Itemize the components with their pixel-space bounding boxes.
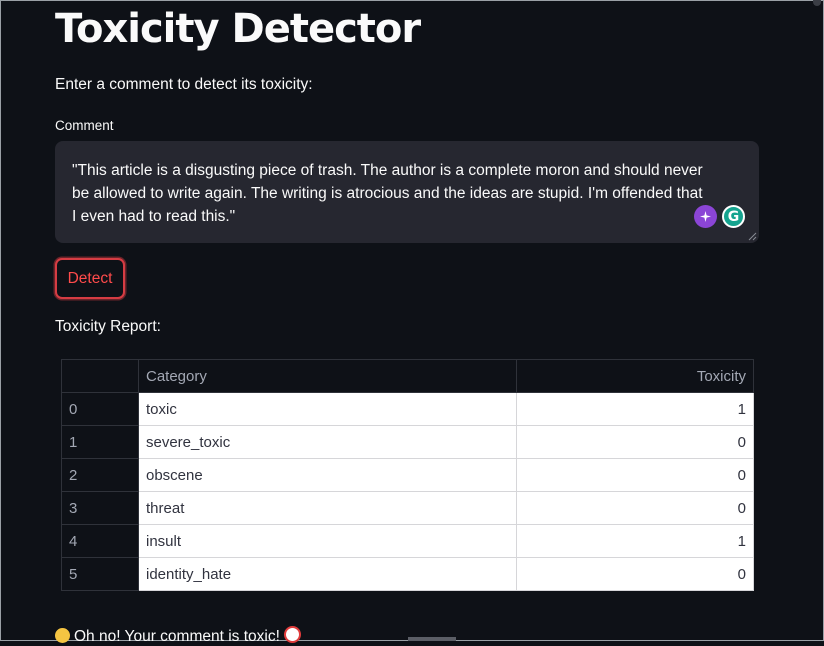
- row-index: 5: [61, 557, 139, 591]
- category-cell[interactable]: toxic: [138, 392, 517, 426]
- row-index: 0: [61, 392, 139, 426]
- intro-text: Enter a comment to detect its toxicity:: [55, 76, 313, 93]
- scrollbar-thumb[interactable]: [813, 0, 821, 6]
- report-label: Toxicity Report:: [55, 318, 161, 335]
- comment-text: "This article is a disgusting piece of t…: [72, 162, 703, 225]
- row-index: 4: [61, 524, 139, 558]
- result-text: Oh no! Your comment is toxic!: [74, 628, 280, 645]
- toxicity-table: Category Toxicity 0 toxic 1 1 severe_tox…: [61, 359, 754, 591]
- grammarly-icon[interactable]: G: [722, 205, 745, 228]
- toxicity-cell[interactable]: 0: [516, 425, 754, 459]
- table-row: 5 identity_hate 0: [61, 557, 754, 591]
- table-row: 4 insult 1: [61, 524, 754, 558]
- table-header-row: Category Toxicity: [61, 359, 754, 393]
- table-row: 0 toxic 1: [61, 392, 754, 426]
- column-header-category[interactable]: Category: [138, 359, 517, 393]
- table-row: 2 obscene 0: [61, 458, 754, 492]
- row-index: 3: [61, 491, 139, 525]
- toxicity-cell[interactable]: 0: [516, 557, 754, 591]
- category-cell[interactable]: obscene: [138, 458, 517, 492]
- page-title: Toxicity Detector: [55, 6, 421, 52]
- sparkle-icon[interactable]: [694, 205, 717, 228]
- column-header-index[interactable]: [61, 359, 139, 393]
- no-entry-icon: [283, 626, 301, 643]
- comment-label: Comment: [55, 118, 114, 133]
- table-row: 3 threat 0: [61, 491, 754, 525]
- category-cell[interactable]: insult: [138, 524, 517, 558]
- category-cell[interactable]: severe_toxic: [138, 425, 517, 459]
- column-header-toxicity[interactable]: Toxicity: [516, 359, 754, 393]
- toxicity-cell[interactable]: 1: [516, 392, 754, 426]
- comment-textarea[interactable]: "This article is a disgusting piece of t…: [55, 141, 759, 243]
- detect-button[interactable]: Detect: [55, 258, 125, 299]
- horizontal-scrollbar[interactable]: [408, 637, 456, 641]
- toxicity-cell[interactable]: 0: [516, 458, 754, 492]
- toxicity-cell[interactable]: 1: [516, 524, 754, 558]
- row-index: 2: [61, 458, 139, 492]
- row-index: 1: [61, 425, 139, 459]
- category-cell[interactable]: threat: [138, 491, 517, 525]
- category-cell[interactable]: identity_hate: [138, 557, 517, 591]
- table-row: 1 severe_toxic 0: [61, 425, 754, 459]
- resize-handle-icon[interactable]: [748, 232, 757, 241]
- toxic-result-message: Oh no! Your comment is toxic!: [55, 626, 301, 646]
- toxicity-cell[interactable]: 0: [516, 491, 754, 525]
